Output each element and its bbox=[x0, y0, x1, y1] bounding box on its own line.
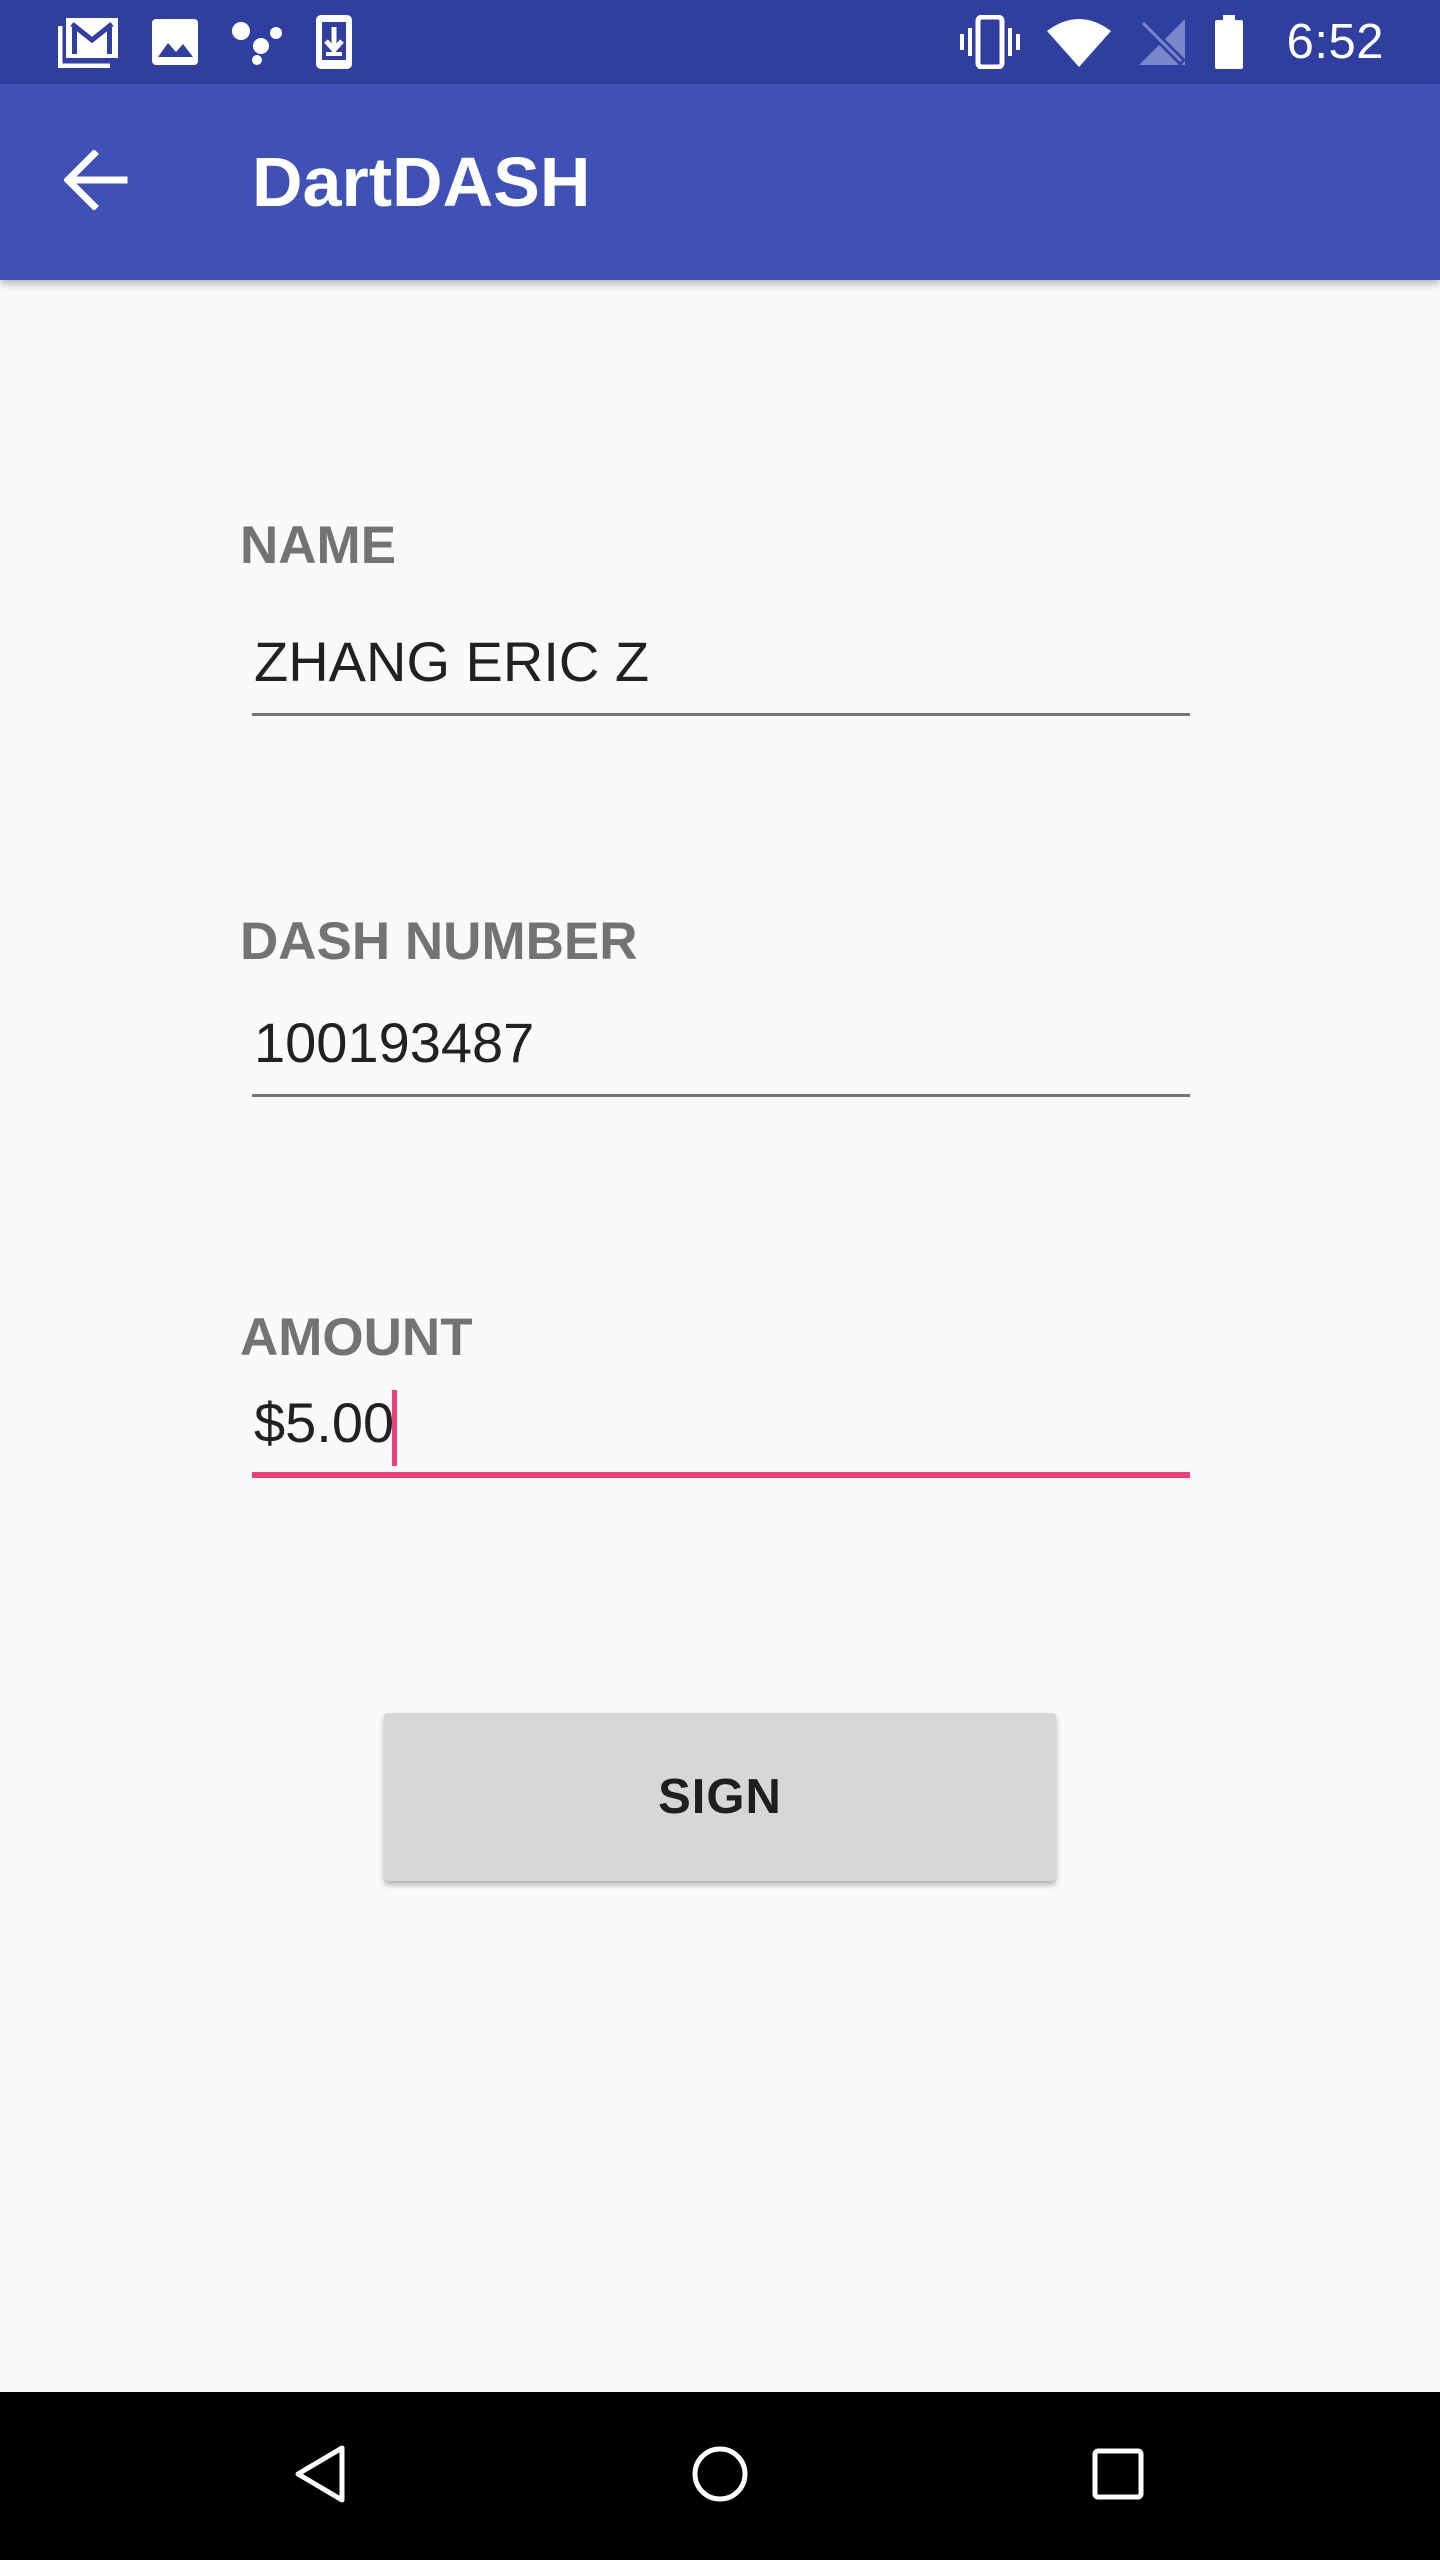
screen: 6:52 DartDASH NAME DASH NUMBER AMOUNT SI… bbox=[0, 0, 1440, 2560]
back-triangle-icon bbox=[292, 2444, 348, 2509]
download-icon bbox=[314, 13, 354, 71]
status-time: 6:52 bbox=[1286, 15, 1384, 69]
name-label: NAME bbox=[240, 516, 397, 575]
dash-number-label: DASH NUMBER bbox=[240, 912, 638, 971]
image-icon bbox=[150, 17, 200, 67]
status-bar: 6:52 bbox=[0, 0, 1440, 84]
no-signal-icon bbox=[1137, 17, 1187, 67]
recents-square-icon bbox=[1090, 2446, 1146, 2507]
vibrate-icon bbox=[959, 15, 1021, 69]
nav-recents-button[interactable] bbox=[1068, 2426, 1168, 2526]
assistant-icon bbox=[230, 19, 284, 65]
app-bar: DartDASH bbox=[0, 84, 1440, 280]
back-button[interactable] bbox=[48, 134, 144, 230]
name-input[interactable] bbox=[252, 622, 1190, 716]
system-icons: 6:52 bbox=[959, 12, 1384, 72]
navigation-bar bbox=[0, 2392, 1440, 2560]
amount-label: AMOUNT bbox=[240, 1308, 473, 1367]
sign-button[interactable]: SIGN bbox=[384, 1713, 1056, 1881]
notification-icons bbox=[58, 12, 354, 72]
nav-back-button[interactable] bbox=[270, 2426, 370, 2526]
nav-home-button[interactable] bbox=[670, 2426, 770, 2526]
arrow-back-icon bbox=[63, 148, 128, 215]
text-cursor bbox=[392, 1390, 397, 1466]
wifi-icon bbox=[1046, 17, 1111, 67]
dash-number-input[interactable] bbox=[252, 1003, 1190, 1097]
home-circle-icon bbox=[690, 2444, 750, 2509]
app-title: DartDASH bbox=[252, 143, 591, 221]
battery-icon bbox=[1213, 15, 1245, 69]
gmail-icon bbox=[58, 16, 120, 68]
